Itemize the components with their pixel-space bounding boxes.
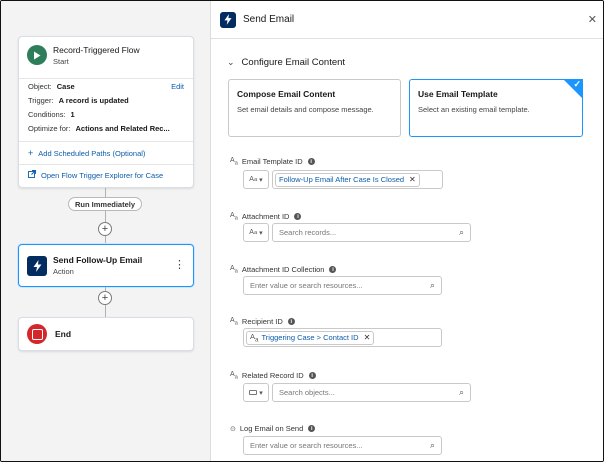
play-icon <box>27 45 47 65</box>
email-template-pill: Follow-Up Email After Case Is Closed ✕ <box>275 172 420 187</box>
optimize-value: Actions and Related Rec... <box>75 124 170 133</box>
app-frame: Record-Triggered Flow Start Object: Case… <box>0 0 604 462</box>
info-icon[interactable]: i <box>308 372 316 380</box>
action-subtitle: Action <box>53 267 74 276</box>
optimize-key: Optimize for: <box>28 124 71 133</box>
divider <box>19 78 193 79</box>
attachment-id-input[interactable]: Search records... ⌕ <box>272 223 471 242</box>
conditions-row: Conditions: 1 <box>28 108 184 122</box>
object-key: Object: <box>28 82 52 91</box>
open-trigger-explorer-link[interactable]: Open Flow Trigger Explorer for Case <box>28 170 163 180</box>
checkmark-icon: ✓ <box>573 79 581 89</box>
info-icon[interactable]: i <box>287 318 295 326</box>
start-element-card[interactable]: Record-Triggered Flow Start Object: Case… <box>18 36 194 188</box>
search-icon: ⌕ <box>458 227 464 237</box>
search-icon: ⌕ <box>429 280 435 290</box>
email-template-id-label: Aa Email Template ID i <box>230 157 315 166</box>
optimize-row: Optimize for: Actions and Related Rec... <box>28 122 184 136</box>
end-title: End <box>55 329 72 339</box>
text-type-icon: Aa <box>230 371 238 381</box>
tile-title: Use Email Template <box>418 89 498 99</box>
text-type-icon: Aa <box>230 157 238 167</box>
panel-header: Send Email ✕ <box>211 1 603 39</box>
add-scheduled-paths-label: Add Scheduled Paths (Optional) <box>38 148 146 158</box>
attachment-id-collection-label: Aa Attachment ID Collection i <box>230 265 337 275</box>
resource-type-picker[interactable]: ▾ <box>243 383 269 402</box>
recipient-id-label: Aa Recipient ID i <box>230 317 295 326</box>
info-icon[interactable]: i <box>307 158 315 166</box>
log-email-on-send-label: ⊙ Log Email on Send i <box>230 424 316 433</box>
start-title: Record-Triggered Flow <box>53 44 140 55</box>
trigger-value: A record is updated <box>58 96 129 105</box>
conditions-key: Conditions: <box>28 110 66 119</box>
trigger-key: Trigger: <box>28 96 54 105</box>
run-immediately-label: Run Immediately <box>68 197 142 211</box>
info-icon[interactable]: i <box>294 213 302 221</box>
info-icon[interactable]: i <box>329 266 337 274</box>
section-title: Configure Email Content <box>241 57 346 68</box>
tile-description: Set email details and compose message. <box>237 105 374 114</box>
compose-email-content-tile[interactable]: Compose Email Content Set email details … <box>228 79 401 137</box>
lightning-icon <box>27 255 47 276</box>
search-icon: ⌕ <box>458 387 464 397</box>
configure-email-section-toggle[interactable]: ⌄ Configure Email Content <box>227 57 345 68</box>
text-type-icon: Aa <box>250 331 259 344</box>
panel-title: Send Email <box>243 14 295 25</box>
add-element-plus-icon[interactable]: + <box>98 222 112 236</box>
flow-canvas: Record-Triggered Flow Start Object: Case… <box>1 1 211 461</box>
text-type-icon: Aa <box>230 212 238 222</box>
recipient-pill: Aa Triggering Case > Contact ID ✕ <box>246 330 375 345</box>
object-value: Case <box>56 82 75 91</box>
end-element-card[interactable]: End <box>18 317 194 351</box>
properties-panel: Send Email ✕ ⌄ Configure Email Content C… <box>211 1 603 461</box>
stop-icon <box>27 324 47 344</box>
edit-link[interactable]: Edit <box>171 80 184 94</box>
related-record-id-label: Aa Related Record ID i <box>230 371 316 380</box>
send-follow-up-email-card[interactable]: Send Follow-Up Email Action ⋮ <box>18 244 194 287</box>
more-options-icon[interactable]: ⋮ <box>174 260 185 271</box>
remove-icon[interactable]: ✕ <box>409 175 416 184</box>
recipient-id-input[interactable]: Aa Triggering Case > Contact ID ✕ <box>243 328 442 347</box>
close-icon[interactable]: ✕ <box>588 13 597 26</box>
tile-title: Compose Email Content <box>237 89 336 99</box>
chevron-down-icon: ⌄ <box>227 57 235 67</box>
resource-type-picker[interactable]: Aa ▾ <box>243 170 269 189</box>
object-row: Object: Case Edit <box>28 80 184 94</box>
remove-icon[interactable]: ✕ <box>364 333 371 342</box>
use-email-template-tile[interactable]: Use Email Template Select an existing em… <box>409 79 583 137</box>
start-subtitle: Start <box>53 56 69 66</box>
attachment-id-label: Aa Attachment ID i <box>230 212 302 222</box>
log-email-on-send-input[interactable]: Enter value or search resources... ⌕ <box>243 436 442 455</box>
toggle-type-icon: ⊙ <box>230 425 236 433</box>
conditions-value: 1 <box>70 110 75 119</box>
resource-type-picker[interactable]: Aa ▾ <box>243 223 269 242</box>
divider <box>19 164 193 165</box>
email-template-id-input[interactable]: Follow-Up Email After Case Is Closed ✕ <box>272 170 443 189</box>
tile-description: Select an existing email template. <box>418 105 530 114</box>
add-element-plus-icon[interactable]: + <box>98 291 112 305</box>
open-trigger-explorer-label: Open Flow Trigger Explorer for Case <box>41 170 164 180</box>
related-record-id-input[interactable]: Search objects... ⌕ <box>272 383 471 402</box>
text-type-icon: Aa <box>230 265 238 275</box>
external-link-icon <box>28 170 36 180</box>
info-icon[interactable]: i <box>308 425 316 432</box>
divider <box>19 141 193 142</box>
lightning-icon <box>220 11 236 28</box>
search-icon: ⌕ <box>429 440 435 450</box>
trigger-row: Trigger: A record is updated <box>28 94 184 108</box>
text-type-icon: Aa <box>230 317 238 327</box>
add-scheduled-paths-link[interactable]: + Add Scheduled Paths (Optional) <box>28 148 145 158</box>
action-title: Send Follow-Up Email <box>53 255 143 265</box>
plus-icon: + <box>28 148 34 158</box>
attachment-id-collection-input[interactable]: Enter value or search resources... ⌕ <box>243 276 442 295</box>
